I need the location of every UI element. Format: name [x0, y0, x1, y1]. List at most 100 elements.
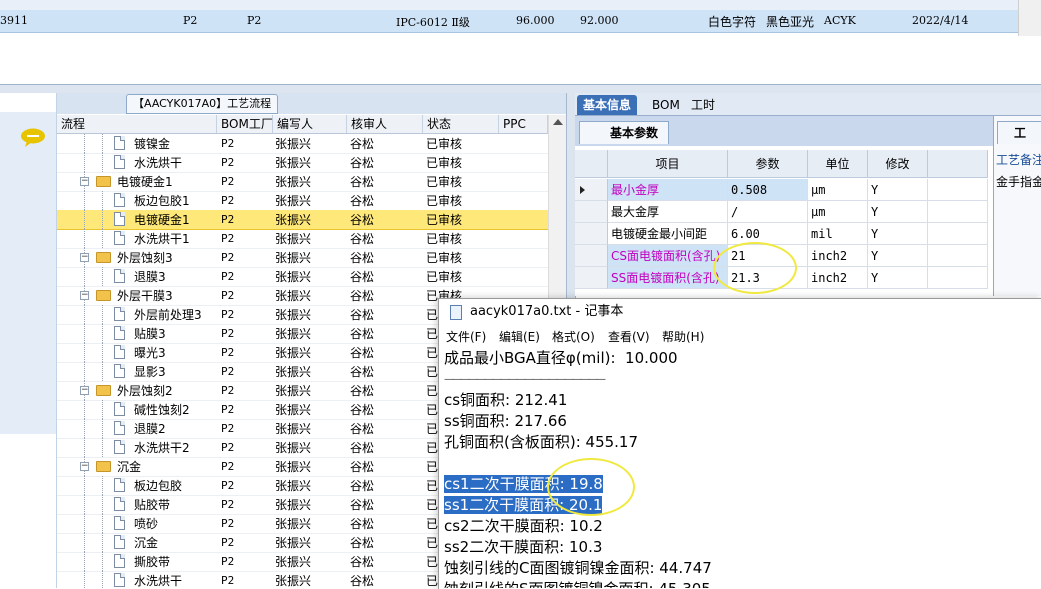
tree-cell-author: 张振兴	[275, 517, 312, 531]
tab-basic-info[interactable]: 基本信息	[577, 95, 638, 115]
tree-connector-line	[102, 514, 103, 533]
col-process[interactable]: 流程	[57, 115, 217, 133]
file-icon	[114, 554, 125, 568]
param-row-selector[interactable]	[575, 179, 608, 201]
collapse-toggle-icon[interactable]: −	[80, 253, 89, 262]
tree-cell-status: 已审核	[426, 251, 463, 265]
param-cell-blank	[928, 223, 988, 245]
tab-bom[interactable]: BOM	[646, 95, 686, 115]
tree-cell-status: 已	[426, 346, 439, 360]
collapse-toggle-icon[interactable]: −	[80, 177, 89, 186]
menu-file[interactable]: 文件(F)	[446, 328, 486, 345]
tree-row[interactable]: 退膜3 P2 张振兴 谷松 已审核	[57, 267, 548, 287]
tree-connector-line	[102, 305, 103, 324]
tree-cell-author: 张振兴	[275, 232, 312, 246]
param-cell-value[interactable]: 0.508	[728, 179, 808, 201]
top-grid-selected-row[interactable]: 3911 P2 P2 IPC-6012 Ⅱ级 96.000 92.000 白色字…	[0, 10, 1018, 33]
tree-cell-author: 张振兴	[275, 479, 312, 493]
tree-connector-line	[84, 533, 85, 552]
col-author[interactable]: 编写人	[273, 115, 347, 133]
tree-cell-bom: P2	[221, 327, 235, 340]
param-cell-modify[interactable]: Y	[868, 245, 928, 267]
param-col-unit[interactable]: 单位	[808, 150, 868, 178]
tree-row[interactable]: − 电镀硬金1 P2 张振兴 谷松 已审核	[57, 172, 548, 192]
col-reviewer[interactable]: 核审人	[347, 115, 423, 133]
tree-cell-reviewer: 谷松	[350, 194, 375, 208]
param-row-selector[interactable]	[575, 223, 608, 245]
param-col-modify[interactable]: 修改	[868, 150, 928, 178]
col-status[interactable]: 状态	[423, 115, 499, 133]
tree-cell-author: 张振兴	[275, 289, 312, 303]
top-cell-date: 2022/4/14	[912, 14, 969, 27]
tree-cell-bom: P2	[221, 441, 235, 454]
tree-row[interactable]: 镀镍金 P2 张振兴 谷松 已审核	[57, 134, 548, 154]
tree-cell-author: 张振兴	[275, 137, 312, 151]
top-cell-id: 3911	[0, 14, 28, 27]
tree-cell-process: 板边包胶1	[134, 194, 190, 208]
menu-view[interactable]: 查看(V)	[608, 328, 650, 345]
notepad-line: ss铜面积: 217.66	[444, 411, 567, 432]
param-cell-unit[interactable]: mil	[808, 223, 868, 245]
tree-cell-author: 张振兴	[275, 555, 312, 569]
tab-work-hours[interactable]: 工时	[685, 95, 721, 115]
notepad-line-text: ss铜面积: 217.66	[444, 412, 567, 430]
param-row-selector[interactable]	[575, 245, 608, 267]
notepad-line-text: cs铜面积: 212.41	[444, 391, 568, 409]
tree-cell-process: 镀镍金	[134, 137, 171, 151]
param-cell-item[interactable]: 电镀硬金最小间距	[608, 223, 728, 245]
param-cell-item[interactable]: SS面电镀面积(含孔)	[608, 267, 728, 289]
process-flow-caption: 【AACYK017A0】工艺流程	[126, 94, 279, 114]
col-ppc[interactable]: PPC	[499, 115, 548, 133]
param-row-selector[interactable]	[575, 267, 608, 289]
tree-row[interactable]: 水洗烘干1 P2 张振兴 谷松 已审核	[57, 229, 548, 249]
param-cell-unit[interactable]: μm	[808, 201, 868, 223]
tree-cell-status: 已	[426, 517, 439, 531]
tree-cell-bom: P2	[221, 479, 235, 492]
param-cell-unit[interactable]: inch2	[808, 267, 868, 289]
param-cell-unit[interactable]: inch2	[808, 245, 868, 267]
collapse-toggle-icon[interactable]: −	[80, 291, 89, 300]
top-cell-code: ACYK	[824, 14, 856, 27]
collapse-toggle-icon[interactable]: −	[80, 386, 89, 395]
param-cell-modify[interactable]: Y	[868, 223, 928, 245]
tree-cell-process: 退膜3	[134, 270, 166, 284]
tree-connector-line	[84, 343, 85, 362]
param-cell-item[interactable]: CS面电镀面积(含孔)	[608, 245, 728, 267]
param-cell-modify[interactable]: Y	[868, 267, 928, 289]
tab-basic-params[interactable]: 基本参数	[579, 121, 670, 144]
tree-connector-line	[84, 210, 85, 229]
param-cell-value[interactable]: /	[728, 201, 808, 223]
param-cell-value[interactable]: 6.00	[728, 223, 808, 245]
param-cell-modify[interactable]: Y	[868, 179, 928, 201]
param-col-value[interactable]: 参数	[728, 150, 808, 178]
top-grid-scrollbar[interactable]	[1018, 0, 1041, 36]
tree-row[interactable]: 水洗烘干 P2 张振兴 谷松 已审核	[57, 153, 548, 173]
notepad-line: ————————————————————	[444, 369, 606, 390]
param-cell-item[interactable]: 最大金厚	[608, 201, 728, 223]
collapse-toggle-icon[interactable]: −	[80, 462, 89, 471]
param-cell-blank	[928, 267, 988, 289]
param-cell-item[interactable]: 最小金厚	[608, 179, 728, 201]
tree-cell-process: 水洗烘干2	[134, 441, 190, 455]
scroll-up-arrow-icon[interactable]	[553, 119, 563, 125]
tree-cell-process: 撕胶带	[134, 555, 171, 569]
col-bom-factory[interactable]: BOM工厂	[217, 115, 273, 133]
notepad-text-area[interactable]: 成品最小BGA直径φ(mil): 10.000 —————————————————…	[441, 347, 1041, 588]
menu-help[interactable]: 帮助(H)	[662, 328, 704, 345]
tree-row[interactable]: − 外层蚀刻3 P2 张振兴 谷松 已审核	[57, 248, 548, 268]
param-cell-modify[interactable]: Y	[868, 201, 928, 223]
menu-format[interactable]: 格式(O)	[552, 328, 595, 345]
tree-cell-status: 已审核	[426, 156, 463, 170]
tab-process-notes[interactable]: 工	[997, 121, 1041, 144]
param-cell-unit[interactable]: μm	[808, 179, 868, 201]
tree-row[interactable]: 板边包胶1 P2 张振兴 谷松 已审核	[57, 191, 548, 211]
param-col-item[interactable]: 项目	[608, 150, 728, 178]
tree-cell-reviewer: 谷松	[350, 251, 375, 265]
top-cell-ipc: IPC-6012 Ⅱ级	[396, 16, 470, 29]
tree-cell-status: 已	[426, 327, 439, 341]
menu-edit[interactable]: 编辑(E)	[499, 328, 540, 345]
param-row-selector[interactable]	[575, 201, 608, 223]
tree-row[interactable]: 电镀硬金1 P2 张振兴 谷松 已审核	[57, 210, 548, 230]
chat-bubble-icon[interactable]	[20, 128, 46, 148]
tree-connector-line	[84, 571, 85, 588]
